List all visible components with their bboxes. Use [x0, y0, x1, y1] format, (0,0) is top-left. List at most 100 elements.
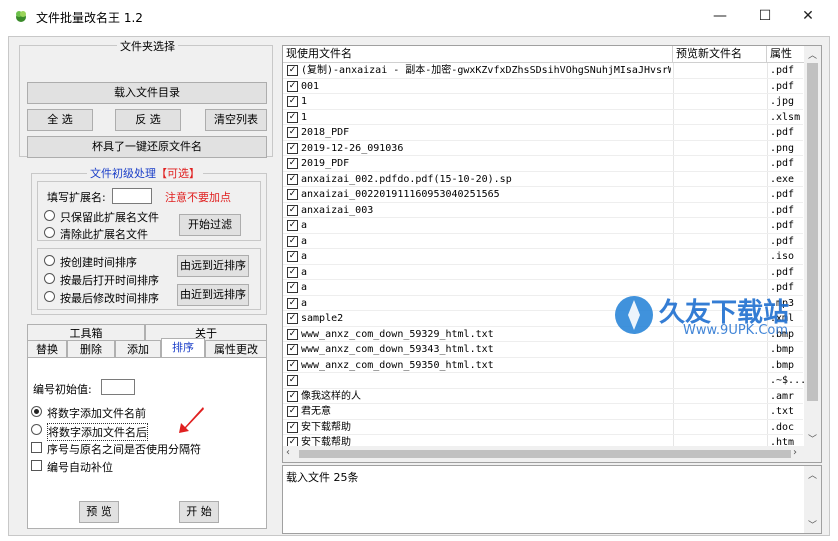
file-extension: .pdf [770, 127, 795, 138]
row-checkbox-icon[interactable]: ✓ [287, 390, 298, 402]
start-number-input[interactable] [101, 379, 135, 395]
table-row[interactable]: ✓ www_anxz_com_down_59350_html.txt .bmp [283, 358, 803, 373]
row-checkbox-icon[interactable]: ✓ [287, 266, 298, 278]
horizontal-scrollbar[interactable]: ‹ › [283, 446, 805, 462]
auto-pad-checkbox[interactable] [31, 460, 42, 471]
row-checkbox-icon[interactable]: ✓ [287, 328, 298, 340]
far-to-near-button[interactable]: 由远到近排序 [177, 255, 249, 277]
table-row[interactable]: ✓ a .pdf [283, 234, 803, 249]
table-row[interactable]: ✓ 1 .xlsm [283, 110, 803, 125]
sort-modified-label: 按最后修改时间排序 [60, 292, 159, 305]
start-button[interactable]: 开 始 [179, 501, 219, 523]
table-row[interactable]: ✓ (复制)-anxaizai - 副本-加密-gwxKZvfxDZhsSDsih… [283, 63, 803, 79]
sort-modified-radio[interactable] [44, 291, 55, 302]
row-checkbox-icon[interactable]: ✓ [287, 313, 298, 324]
scroll-right-icon[interactable]: › [793, 447, 797, 458]
table-row[interactable]: ✓ a .pdf [283, 265, 803, 280]
row-checkbox-icon[interactable]: ✓ [287, 127, 298, 138]
row-checkbox-icon[interactable]: ✓ [287, 80, 298, 92]
scroll-thumb[interactable] [807, 63, 818, 401]
keep-only-radio[interactable] [44, 210, 55, 221]
restore-filenames-button[interactable]: 杯具了一键还原文件名 [27, 136, 267, 158]
table-row[interactable]: ✓ 2019_PDF .pdf [283, 156, 803, 172]
table-row[interactable]: ✓ 2018_PDF .pdf [283, 125, 803, 141]
start-number-label: 编号初始值: [33, 383, 92, 396]
row-checkbox-icon[interactable]: ✓ [287, 65, 298, 76]
log-scrollbar[interactable]: ︿ ﹀ [804, 466, 821, 533]
maximize-button[interactable]: ☐ [745, 4, 785, 28]
tab-replace[interactable]: 替换 [27, 340, 67, 358]
tab-sort[interactable]: 排序 [161, 338, 205, 358]
row-checkbox-icon[interactable]: ✓ [287, 220, 298, 231]
column-header-attribute[interactable]: 属性 [767, 46, 805, 63]
row-checkbox-icon[interactable]: ✓ [287, 282, 298, 293]
table-row[interactable]: ✓ a .pdf [283, 218, 803, 234]
table-row[interactable]: ✓ 2019-12-26_091036 .png [283, 141, 803, 156]
minimize-button[interactable]: — [700, 4, 740, 28]
preview-button[interactable]: 预 览 [79, 501, 119, 523]
table-row[interactable]: ✓ 君无意 .txt [283, 404, 803, 420]
row-checkbox-icon[interactable]: ✓ [287, 235, 298, 247]
add-after-radio[interactable] [31, 424, 42, 435]
load-directory-button[interactable]: 载入文件目录 [27, 82, 267, 104]
remove-ext-label: 清除此扩展名文件 [60, 228, 148, 241]
tab-attributes[interactable]: 属性更改 [205, 340, 267, 358]
select-all-button[interactable]: 全 选 [27, 109, 93, 131]
log-area[interactable]: 载入文件 25条 ︿ ﹀ [282, 465, 822, 534]
row-checkbox-icon[interactable]: ✓ [287, 111, 298, 123]
close-button[interactable]: ✕ [788, 4, 828, 28]
row-checkbox-icon[interactable]: ✓ [287, 375, 298, 386]
column-header-preview-name[interactable]: 预览新文件名 [673, 46, 767, 63]
table-row[interactable]: ✓ .~$... [283, 373, 804, 389]
start-filter-button[interactable]: 开始过滤 [179, 214, 241, 236]
file-extension: .xlsm [770, 111, 801, 123]
row-checkbox-icon[interactable]: ✓ [287, 406, 298, 417]
invert-select-button[interactable]: 反 选 [115, 109, 181, 131]
separator-checkbox[interactable] [31, 442, 42, 453]
log-scroll-up-icon[interactable]: ︿ [804, 468, 821, 481]
near-to-far-button[interactable]: 由近到远排序 [177, 284, 249, 306]
row-checkbox-icon[interactable]: ✓ [287, 297, 298, 309]
table-row[interactable]: ✓ anxaizai_003 .pdf [283, 203, 803, 218]
current-filename: 1 [301, 96, 308, 107]
ext-input[interactable] [112, 188, 152, 204]
table-row[interactable]: ✓ www_anxz_com_down_59343_html.txt .bmp [283, 342, 803, 358]
row-checkbox-icon[interactable]: ✓ [287, 359, 298, 371]
row-checkbox-icon[interactable]: ✓ [287, 344, 298, 355]
sort-opened-radio[interactable] [44, 273, 55, 284]
scroll-corner [804, 446, 821, 462]
row-checkbox-icon[interactable]: ✓ [287, 173, 298, 185]
table-row[interactable]: ✓ anxaizai_002.pdfdo.pdf(15-10-20).sp .exe [283, 172, 803, 187]
scroll-up-icon[interactable]: ︿ [804, 48, 821, 61]
row-checkbox-icon[interactable]: ✓ [287, 189, 298, 200]
table-row[interactable]: ✓ anxaizai_0022019111609530402515​65 .pdf [283, 187, 803, 203]
row-checkbox-icon[interactable]: ✓ [287, 251, 298, 262]
table-row[interactable]: ✓ 像我这样的人 .amr [283, 389, 803, 404]
current-filename: a [301, 235, 308, 247]
tab-delete[interactable]: 删除 [67, 340, 115, 358]
row-checkbox-icon[interactable]: ✓ [287, 158, 298, 169]
table-row[interactable]: ✓ 1 .jpg [283, 94, 803, 110]
row-checkbox-icon[interactable]: ✓ [287, 421, 298, 433]
vertical-scrollbar[interactable]: ︿ ﹀ [804, 46, 821, 447]
current-filename: anxaizai_0022019111609530402515​65 [301, 189, 500, 200]
scroll-left-icon[interactable]: ‹ [286, 447, 290, 458]
table-row[interactable]: ✓ 001 .pdf [283, 79, 803, 94]
log-scroll-down-icon[interactable]: ﹀ [804, 518, 821, 531]
sort-created-radio[interactable] [44, 255, 55, 266]
column-header-current-name[interactable]: 现使用文件名 [283, 46, 673, 63]
clear-list-button[interactable]: 清空列表 [205, 109, 267, 131]
h-scroll-thumb[interactable] [299, 450, 791, 458]
add-before-radio[interactable] [31, 406, 42, 417]
tab-add[interactable]: 添加 [115, 340, 161, 358]
remove-ext-radio[interactable] [44, 227, 55, 238]
row-checkbox-icon[interactable]: ✓ [287, 204, 298, 216]
table-row[interactable]: ✓ a .iso [283, 249, 803, 265]
row-checkbox-icon[interactable]: ✓ [287, 96, 298, 107]
scroll-down-icon[interactable]: ﹀ [804, 432, 821, 445]
sort-created-label: 按创建时间排序 [60, 256, 137, 269]
table-row[interactable]: ✓ 安下载帮助 .doc [283, 420, 803, 435]
file-grid[interactable]: 现使用文件名 预览新文件名 属性 ✓ (复制)-anxaizai - 副本-加密-… [282, 45, 822, 463]
row-checkbox-icon[interactable]: ✓ [287, 142, 298, 154]
file-extension: .bmp [770, 344, 795, 355]
